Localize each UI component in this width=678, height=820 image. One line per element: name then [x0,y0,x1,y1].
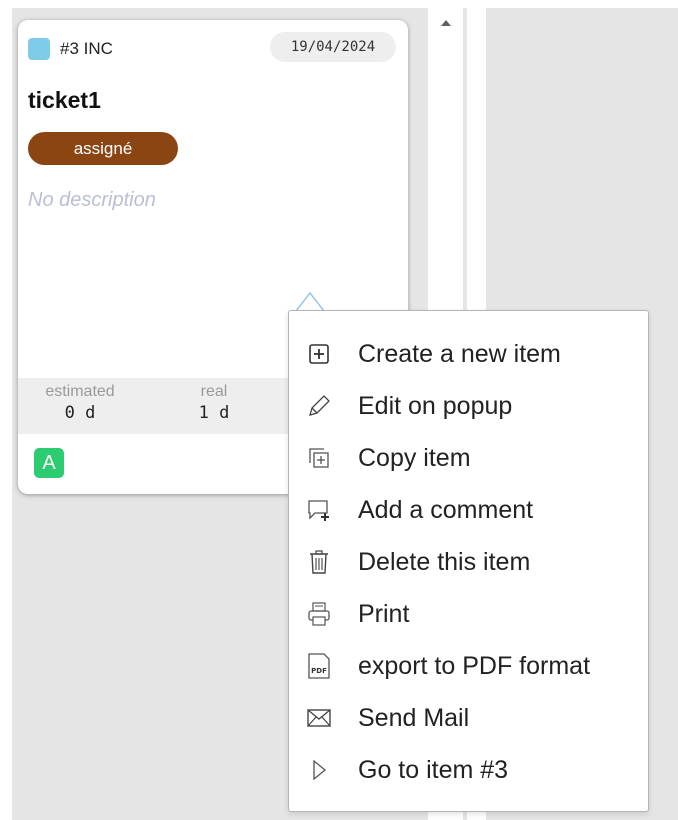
menu-item-send-mail[interactable]: Send Mail [289,692,648,744]
menu-item-label: Create a new item [358,340,561,368]
menu-pointer-caret [296,291,324,311]
menu-item-label: Send Mail [358,704,470,732]
menu-item-label: Print [358,600,410,628]
trash-icon [305,548,333,576]
estimated-value: 0 d [64,403,96,423]
estimated-metric: estimated 0 d [30,382,130,424]
menu-item-copy[interactable]: Copy item [289,432,648,484]
menu-item-add-comment[interactable]: Add a comment [289,484,648,536]
status-badge[interactable]: assigné [28,132,178,165]
menu-item-label: Add a comment [358,496,534,524]
context-menu: Create a new item Edit on popup Copy ite… [288,310,649,812]
item-reference: #3 INC [60,39,113,58]
menu-item-go-to[interactable]: Go to item #3 [289,744,648,796]
pdf-file-icon: PDF [305,652,333,680]
menu-item-label: export to PDF format [358,652,591,680]
menu-item-label: Copy item [358,444,471,472]
scroll-up-arrow-icon[interactable] [441,20,451,26]
item-description: No description [28,189,156,211]
real-label: real [200,383,228,400]
real-value: 1 d [198,403,230,423]
svg-text:PDF: PDF [311,667,327,675]
printer-icon [305,600,333,628]
estimated-label: estimated [45,383,115,400]
plus-square-icon [305,340,333,368]
menu-item-create-new[interactable]: Create a new item [289,328,648,380]
copy-icon [305,444,333,472]
menu-item-label: Delete this item [358,548,531,576]
menu-item-print[interactable]: Print [289,588,648,640]
real-metric: real 1 d [184,382,244,424]
play-outline-icon [305,756,333,784]
envelope-icon [305,704,333,732]
item-title[interactable]: ticket1 [28,86,101,114]
menu-item-delete[interactable]: Delete this item [289,536,648,588]
item-type-color-icon [28,38,50,60]
assignee-avatar[interactable]: A [34,448,64,478]
comment-add-icon [305,496,333,524]
menu-item-label: Edit on popup [358,392,513,420]
menu-item-edit-popup[interactable]: Edit on popup [289,380,648,432]
pencil-icon [305,392,333,420]
item-date-badge: 19/04/2024 [270,32,396,62]
menu-item-label: Go to item #3 [358,756,509,784]
menu-item-export-pdf[interactable]: PDF export to PDF format [289,640,648,692]
